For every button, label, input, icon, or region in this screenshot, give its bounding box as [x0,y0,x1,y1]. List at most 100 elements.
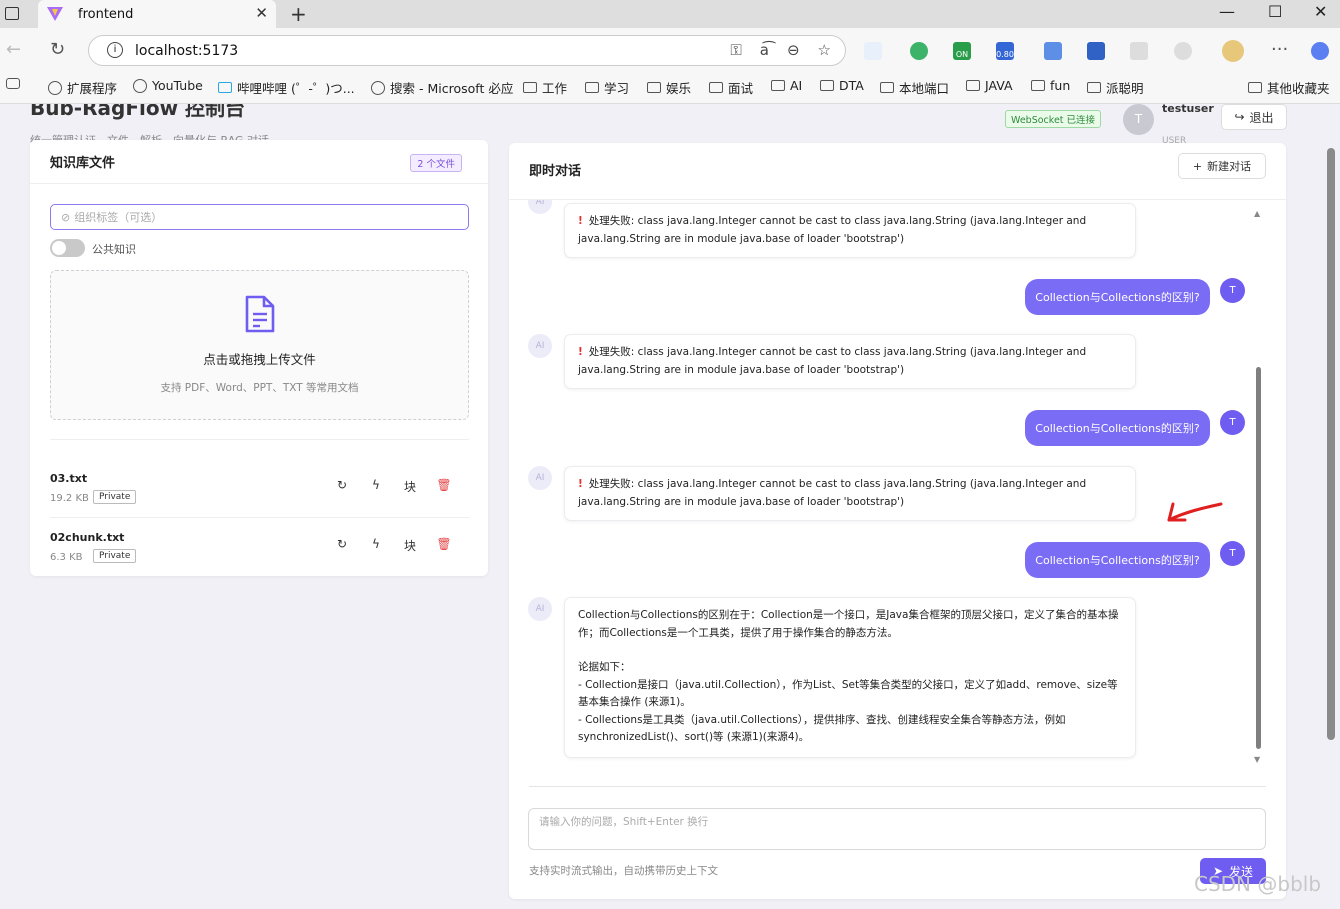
bookmark-folder[interactable]: 面试 [709,78,753,97]
tag-icon: ⊘ [61,210,71,224]
user-message-bubble: Collection与Collections的区别? [1025,410,1210,446]
favorite-star-icon[interactable]: ☆ [818,41,831,59]
reparse-icon[interactable]: ↻ [325,478,359,495]
address-bar[interactable]: i localhost:5173 ⚿ a͡ ⊖ ☆ [88,35,846,66]
message-text: 处理失败: class java.lang.Integer cannot be … [578,215,1087,245]
user-avatar: T [1220,541,1245,566]
browser-tab[interactable]: frontend ✕ [38,0,276,28]
reading-icon[interactable] [6,78,25,89]
extension-qr-icon[interactable] [1130,42,1148,60]
ai-answer-bubble: Collection与Collections的区别在于：Collection是一… [564,597,1136,758]
tag-input[interactable]: ⊘ 组织标签（可选） [50,204,469,230]
read-aloud-icon[interactable]: a͡ [760,41,769,59]
profile-avatar[interactable] [1222,40,1244,62]
bookmark-item[interactable]: 哔哩哔哩 (゜-゜)つ... [218,78,355,97]
bookmark-item[interactable]: 搜索 - Microsoft 必应 [371,78,513,97]
knowledge-base-panel: 知识库文件 2 个文件 ⊘ 组织标签（可选） 公共知识 点击或拖拽上传文件 支持… [30,140,488,576]
chat-title: 即时对话 [529,164,582,179]
error-icon: ! [578,478,583,490]
scroll-up-icon[interactable]: ▲ [1254,209,1260,218]
extension-on-icon[interactable]: ON [953,42,971,60]
scroll-down-icon[interactable]: ▼ [1254,755,1260,764]
error-icon: ! [578,215,583,227]
websocket-status-badge: WebSocket 已连接 [1005,110,1102,128]
vectorize-bolt-icon[interactable]: ϟ [359,478,393,495]
scope-badge: Private [93,490,137,504]
extension-shield-icon[interactable] [910,42,928,60]
chunks-button[interactable]: 块 [393,537,427,554]
divider [529,786,1266,787]
delete-icon[interactable]: 🗑 [427,478,461,495]
reload-icon[interactable]: ↻ [50,39,65,60]
delete-icon[interactable]: 🗑 [427,537,461,554]
file-size: 19.2 KB [50,493,89,504]
upload-dropzone[interactable]: 点击或拖拽上传文件 支持 PDF、Word、PPT、TXT 等常用文档 [50,270,469,420]
bookmark-folder[interactable]: 工作 [523,78,567,97]
ai-avatar: AI [528,334,552,358]
public-knowledge-toggle[interactable] [50,239,85,257]
bookmark-folder[interactable]: 本地端口 [880,78,949,97]
tab-title: frontend [78,6,134,22]
page-scrollbar[interactable] [1327,148,1335,740]
minimize-icon[interactable]: — [1219,2,1235,21]
site-info-icon[interactable]: i [107,42,123,58]
user-message-bubble: Collection与Collections的区别? [1025,542,1210,578]
user-avatar: T [1123,104,1154,135]
back-icon[interactable]: ← [6,39,21,60]
chat-hint: 支持实时流式输出，自动携带历史上下文 [529,865,718,877]
user-avatar: T [1220,278,1245,303]
divider [50,439,469,440]
bookmark-folder-other[interactable]: 其他收藏夹 [1248,78,1330,97]
toggle-knob [52,241,66,255]
ai-message-bubble: ! 处理失败: class java.lang.Integer cannot be… [564,334,1136,389]
reparse-icon[interactable]: ↻ [325,537,359,554]
vectorize-bolt-icon[interactable]: ϟ [359,537,393,554]
extension-badge-icon[interactable]: 0.80 [996,42,1014,60]
logout-label: 退出 [1249,110,1274,125]
logout-icon: ↪ [1234,110,1245,124]
user-avatar: T [1220,410,1245,435]
extension-pen-icon[interactable] [1044,42,1062,60]
copilot-icon[interactable] [1311,42,1329,60]
public-knowledge-label: 公共知识 [92,243,136,256]
bookmark-item[interactable]: YouTube [133,78,203,93]
bookmark-folder[interactable]: DTA [820,78,864,93]
extensions-puzzle-icon[interactable] [1174,42,1192,60]
logout-button[interactable]: ↪ 退出 [1221,104,1287,130]
chat-scrollbar[interactable] [1256,367,1261,749]
maximize-icon[interactable]: ☐ [1268,2,1282,21]
message-text: 处理失败: class java.lang.Integer cannot be … [578,346,1087,376]
file-size: 6.3 KB [50,552,83,563]
bookmark-folder[interactable]: 派聪明 [1087,78,1144,97]
bookmark-item[interactable]: 扩展程序 [48,78,117,97]
bookmark-folder[interactable]: 娱乐 [647,78,691,97]
bookmark-folder[interactable]: AI [771,78,802,93]
bookmark-folder[interactable]: fun [1031,78,1070,93]
zoom-icon[interactable]: ⊖ [787,41,800,59]
tab-close-icon[interactable]: ✕ [255,4,268,22]
extension-satellite-icon[interactable] [864,42,882,60]
file-name: 02chunk.txt [50,531,125,544]
new-tab-icon[interactable]: + [290,2,307,26]
user-message-bubble: Collection与Collections的区别? [1025,279,1210,315]
bookmark-folder[interactable]: 学习 [585,78,629,97]
error-icon: ! [578,346,583,358]
row-divider [50,517,469,518]
file-count-badge: 2 个文件 [410,154,462,172]
tab-actions-icon[interactable] [5,7,19,20]
new-chat-button[interactable]: + 新建对话 [1178,153,1266,179]
address-bar-actions: ⚿ a͡ ⊖ ☆ [730,41,831,59]
extension-translate-icon[interactable] [1087,42,1105,60]
answer-line: - Collections是工具类（java.util.Collections）… [578,713,1066,744]
more-menu-icon[interactable]: ··· [1271,39,1288,60]
vite-logo-icon [47,7,63,21]
answer-line: Collection与Collections的区别在于：Collection是一… [578,609,1119,639]
chat-input[interactable]: 请输入你的问题，Shift+Enter 换行 [528,808,1266,850]
app-page: Bub-RagFlow 控制台 统一管理认证、文件、解析、向量化与 RAG 对话… [0,96,1340,909]
key-icon[interactable]: ⚿ [730,41,741,59]
answer-line: 论据如下： [578,661,631,673]
tab-strip: frontend ✕ + — ☐ ✕ [0,0,1340,28]
bookmark-folder[interactable]: JAVA [966,78,1013,93]
chunks-button[interactable]: 块 [393,478,427,495]
window-close-icon[interactable]: ✕ [1314,2,1327,21]
